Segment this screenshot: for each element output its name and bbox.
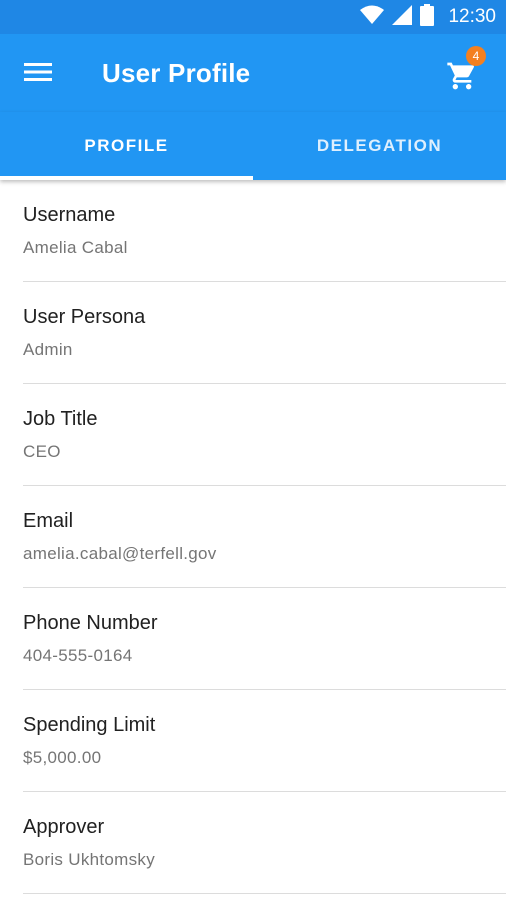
battery-icon [420,3,435,31]
field-label: Spending Limit [23,714,156,736]
tab-delegation-label: DELEGATION [316,136,443,155]
profile-field-list: Username Amelia Cabal User Persona Admin… [0,180,506,894]
field-value: $5,000.00 [23,748,102,767]
signal-icon [392,4,413,30]
tab-profile-label: PROFILE [84,136,169,155]
field-label: Email [23,510,74,532]
field-value: Admin [23,340,73,359]
wifi-icon [360,5,385,30]
field-label: Username [23,204,116,226]
field-email: Email amelia.cabal@terfell.gov [23,486,506,588]
field-label: Approver [23,816,105,838]
field-user-persona: User Persona Admin [23,282,506,384]
status-icons: 12:30 [360,0,496,34]
menu-icon [24,62,52,87]
menu-button[interactable] [20,56,56,92]
status-time: 12:30 [448,6,496,27]
app-bar: User Profile 4 [0,34,506,112]
field-spending-limit: Spending Limit $5,000.00 [23,690,506,792]
status-bar: 12:30 [0,0,506,34]
field-label: User Persona [23,306,146,328]
field-job-title: Job Title CEO [23,384,506,486]
field-value: amelia.cabal@terfell.gov [23,544,217,563]
field-phone-number: Phone Number 404-555-0164 [23,588,506,690]
field-username: Username Amelia Cabal [23,180,506,282]
field-label: Job Title [23,408,98,430]
field-value: CEO [23,442,61,461]
page-title: User Profile [102,58,251,88]
field-label: Phone Number [23,612,158,634]
cart-count-badge: 4 [466,46,486,66]
field-approver: Approver Boris Ukhtomsky [23,792,506,894]
tab-profile[interactable]: PROFILE [0,112,253,180]
field-value: 404-555-0164 [23,646,133,665]
tab-bar: PROFILE DELEGATION [0,112,506,180]
field-value: Boris Ukhtomsky [23,850,156,869]
tab-delegation[interactable]: DELEGATION [253,112,506,180]
cart-button[interactable]: 4 [446,46,486,94]
field-value: Amelia Cabal [23,238,128,257]
